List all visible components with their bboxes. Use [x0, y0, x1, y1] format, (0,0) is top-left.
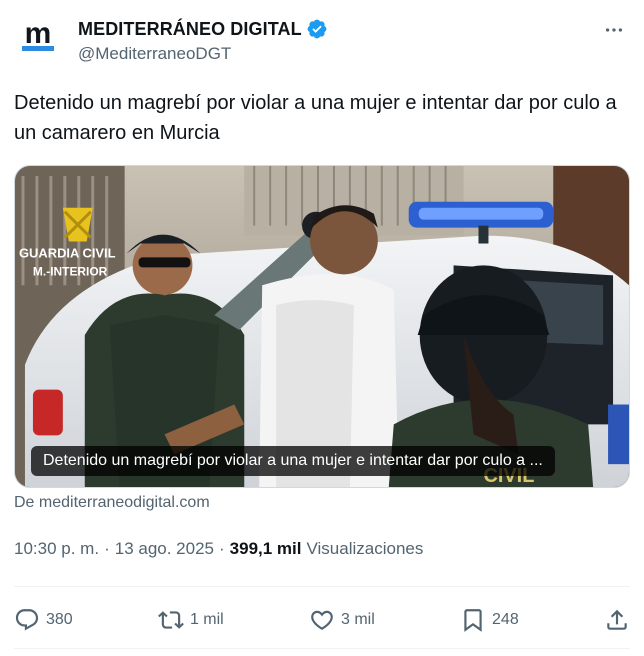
bookmark-count: 248 — [492, 611, 519, 628]
meta-separator-2: · — [219, 539, 225, 558]
more-options-button[interactable] — [600, 16, 628, 44]
tweet-card: m MEDITERRÁNEO DIGITAL @MediterraneoDGT … — [0, 0, 644, 656]
overlay-guardia-text: GUARDIA CIVIL — [19, 245, 116, 260]
tweet-meta: 10:30 p. m. · 13 ago. 2025 · 399,1 mil V… — [14, 539, 423, 559]
repost-button[interactable]: 1 mil — [158, 607, 224, 633]
video-thumbnail: GUARDIA CIVIL M.-INTERIOR CIVIL — [15, 166, 629, 487]
divider-bottom — [14, 648, 630, 649]
divider — [14, 586, 630, 587]
avatar[interactable]: m — [14, 14, 62, 62]
tweet-time[interactable]: 10:30 p. m. — [14, 539, 99, 559]
overlay-interior-text: M.-INTERIOR — [33, 264, 108, 278]
views-label: Visualizaciones — [306, 539, 424, 558]
author-handle[interactable]: @MediterraneoDGT — [78, 44, 231, 64]
repost-icon — [158, 611, 184, 629]
verified-badge-icon — [307, 19, 327, 39]
author-display-name[interactable]: MEDITERRÁNEO DIGITAL — [78, 19, 302, 40]
bookmark-button[interactable]: 248 — [460, 607, 519, 633]
media-card[interactable]: GUARDIA CIVIL M.-INTERIOR CIVIL Detenido… — [14, 165, 630, 488]
share-button[interactable] — [604, 607, 630, 633]
brand-logo-icon: m — [22, 20, 54, 51]
avatar-letter: m — [25, 20, 52, 50]
action-bar: 380 1 mil 3 mil 248 — [14, 600, 630, 640]
like-button[interactable]: 3 mil — [309, 607, 375, 633]
repost-count: 1 mil — [189, 611, 224, 628]
source-domain-link[interactable]: De mediterraneodigital.com — [14, 494, 210, 512]
media-caption: Detenido un magrebí por violar a una muj… — [31, 446, 555, 476]
share-icon — [607, 609, 627, 630]
guardia-civil-emblem — [62, 207, 93, 242]
tweet-date[interactable]: 13 ago. 2025 — [115, 539, 214, 559]
reply-icon — [15, 609, 39, 631]
heart-icon — [311, 610, 333, 630]
reply-button[interactable]: 380 — [14, 607, 73, 633]
tweet-text: Detenido un magrebí por violar a una muj… — [14, 92, 617, 144]
reply-count: 380 — [46, 611, 73, 628]
meta-separator: · — [104, 539, 110, 558]
bookmark-icon — [464, 609, 482, 632]
ellipsis-icon — [605, 28, 623, 32]
like-count: 3 mil — [340, 611, 375, 628]
author-name-row[interactable]: MEDITERRÁNEO DIGITAL — [78, 18, 328, 40]
views-count: 399,1 mil — [229, 539, 302, 558]
